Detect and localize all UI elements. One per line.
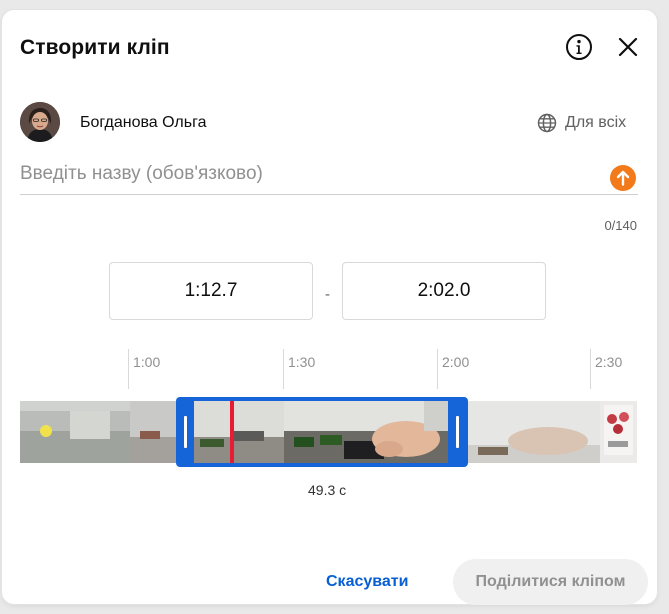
cancel-button[interactable]: Скасувати <box>314 562 420 602</box>
globe-icon <box>537 113 557 133</box>
tick-label: 1:30 <box>288 354 316 370</box>
clip-title-input[interactable] <box>20 156 610 192</box>
timeline-tick <box>283 349 284 389</box>
start-time-field[interactable]: 1:12.7 <box>109 262 313 320</box>
upload-arrow-icon[interactable] <box>610 165 636 191</box>
tick-label: 2:00 <box>442 354 470 370</box>
title-underline <box>20 194 638 195</box>
clip-selection-window[interactable] <box>176 397 468 467</box>
video-frame-thumbnail <box>130 401 176 463</box>
right-trim-handle[interactable] <box>456 416 459 448</box>
video-frame-thumbnail <box>20 401 130 463</box>
clip-duration: 49.3 с <box>308 482 347 498</box>
timeline-tick <box>590 349 591 389</box>
tick-label: 2:30 <box>595 354 623 370</box>
character-counter: 0/140 <box>604 218 637 233</box>
tick-label: 1:00 <box>133 354 161 370</box>
left-trim-handle[interactable] <box>184 416 187 448</box>
info-icon <box>566 34 592 60</box>
share-clip-button[interactable]: Поділитися кліпом <box>453 559 648 605</box>
close-icon <box>618 37 638 57</box>
visibility-label: Для всіх <box>565 114 627 131</box>
create-clip-dialog: Створити кліп Богданова Ольга Для всіх В… <box>2 10 657 605</box>
range-separator: - <box>325 286 330 303</box>
visibility-selector[interactable]: Для всіх <box>537 113 626 133</box>
timeline-tick <box>128 349 129 389</box>
video-frame-thumbnail <box>600 401 637 463</box>
end-time-field[interactable]: 2:02.0 <box>342 262 546 320</box>
timeline-tick <box>437 349 438 389</box>
close-button[interactable] <box>615 34 641 60</box>
avatar <box>20 102 60 142</box>
video-frame-thumbnail <box>468 401 600 463</box>
author-name: Богданова Ольга <box>80 114 207 131</box>
playhead-marker[interactable] <box>230 401 234 463</box>
dialog-title: Створити кліп <box>20 36 170 59</box>
info-button[interactable] <box>565 33 593 61</box>
